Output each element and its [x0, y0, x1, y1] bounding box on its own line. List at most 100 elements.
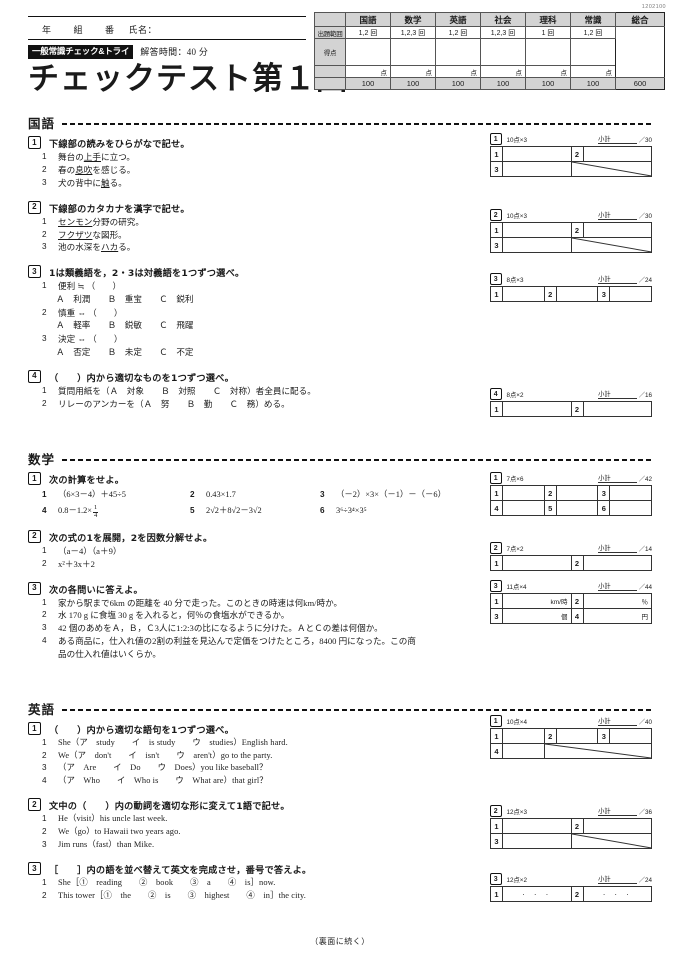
cell-answer[interactable] [582, 222, 652, 238]
cell-answer[interactable] [502, 743, 545, 759]
item-number: 2 [190, 490, 195, 499]
cell-answer[interactable] [609, 500, 652, 516]
cell-answer[interactable] [502, 286, 545, 302]
table-row: 3 [490, 833, 652, 849]
document-code: 1202100 [641, 4, 666, 10]
cell-struck [570, 237, 652, 253]
score-head-rika: 理科 [525, 12, 571, 27]
item-number: 2 [42, 307, 47, 317]
cell-key: 2 [570, 593, 584, 609]
answer-box-sugaku-3: 3 11点×4 小計 ／44 1 km/時 2 ％ 3 個 4 円 [490, 580, 652, 624]
answer-box-sugaku-1: 1 7点×6 小計 ／42 1 2 3 4 5 6 [490, 472, 652, 516]
question-prompt: 次の式の1を展開，2を因数分解せよ。 [49, 532, 213, 544]
cell-key: 2 [570, 555, 584, 571]
item-number: 1 [42, 738, 47, 747]
item-text: 2√2＋8√2－3√2 [206, 505, 262, 515]
cell-answer[interactable] [582, 818, 652, 834]
cell-key: 2 [570, 401, 584, 417]
cell-answer[interactable] [502, 485, 545, 501]
cell-answer-unit[interactable]: 円 [582, 608, 652, 624]
question-prompt: （ ）内から適切なものを1つずつ選べ。 [49, 372, 234, 384]
score-entry-eigo[interactable] [435, 38, 481, 66]
cell-answer[interactable] [502, 237, 572, 253]
cell-answer[interactable] [502, 555, 572, 571]
table-row: 4 [490, 743, 653, 759]
item-number: 1 [42, 597, 47, 607]
cell-answer[interactable] [502, 500, 545, 516]
cell-answer[interactable] [502, 222, 572, 238]
subtotal-max: ／44 [638, 584, 652, 591]
answer-box-sugaku-2: 2 7点×2 小計 ／14 1 2 [490, 542, 652, 571]
table-row: 1 ··· 2 ··· [490, 886, 652, 902]
item-number: 1 [42, 490, 47, 499]
field-name-label: 氏名： [128, 25, 158, 35]
cell-answer[interactable] [582, 555, 652, 571]
cell-answer-unit[interactable]: ％ [582, 593, 652, 609]
item-text: 42 個のあめをＡ，Ｂ，Ｃ3人に1:2:3の比になるように分けた。ＡとＣの差は何… [58, 623, 383, 634]
unit-kokugo: 点 [345, 65, 391, 78]
field-number: 番 [105, 25, 115, 35]
subtotal-label: 小計 [598, 581, 637, 591]
cell-answer-sequence[interactable]: ··· [582, 886, 652, 902]
table-row: 1 2 3 [490, 485, 652, 501]
cell-key: 4 [490, 500, 503, 516]
range-joshiki: 1,2 回 [570, 26, 616, 39]
answer-head: 1 10点×4 小計 ／40 [490, 715, 652, 727]
answer-grid: 1 2 3 [490, 222, 652, 253]
cell-answer[interactable] [502, 833, 572, 849]
score-entry-sugaku[interactable] [390, 38, 436, 66]
cell-answer[interactable] [502, 146, 572, 162]
question-number: 3 [28, 581, 41, 595]
answer-subtotal: 小計 ／24 [598, 274, 652, 284]
item-number: 5 [190, 505, 195, 515]
score-entry-row: 得点 [314, 38, 665, 66]
subtotal-label: 小計 [598, 874, 637, 884]
row-label-score: 得点 [314, 38, 346, 66]
score-entry-joshiki[interactable] [570, 38, 616, 66]
subtotal-max: ／30 [638, 213, 652, 220]
table-row: 1 2 [490, 222, 652, 238]
cell-answer[interactable] [502, 728, 545, 744]
cell-answer[interactable] [582, 146, 652, 162]
unit-rika: 点 [525, 65, 571, 78]
score-entry-shakai[interactable] [480, 38, 526, 66]
cell-answer[interactable] [555, 286, 599, 302]
score-entry-kokugo[interactable] [345, 38, 391, 66]
range-sugaku: 1,2,3 回 [390, 26, 436, 39]
cell-answer[interactable] [502, 161, 572, 177]
cell-struck [570, 161, 652, 177]
cell-answer[interactable] [555, 728, 599, 744]
cell-key: 3 [490, 237, 503, 253]
cell-answer-sequence[interactable]: ··· [502, 886, 572, 902]
subtotal-max: ／36 [638, 809, 652, 816]
question-prompt: （ ）内から適切な語句を1つずつ選べ。 [49, 725, 234, 736]
cell-answer-unit[interactable]: km/時 [502, 593, 572, 609]
cell-key: 4 [490, 743, 503, 759]
answer-subtotal: 小計 ／30 [598, 134, 652, 144]
item-text: （6×3－4）＋45÷5 [58, 490, 126, 499]
header-left: 年 組 番 氏名： 一般常識チェック&トライ 解答時間：40 分 チェックテスト… [28, 16, 347, 95]
cell-answer[interactable] [609, 485, 652, 501]
question-number: 4 [28, 369, 41, 383]
math-item: 1 （6×3－4）＋45÷5 [42, 487, 190, 503]
answer-head: 4 8点×2 小計 ／16 [490, 388, 652, 400]
cell-answer[interactable] [609, 728, 652, 744]
cell-struck [570, 833, 652, 849]
cell-answer[interactable] [609, 286, 652, 302]
answer-points: 7点×2 [506, 545, 524, 553]
total-score-entry-cell[interactable] [615, 26, 665, 78]
cell-answer[interactable] [502, 818, 572, 834]
cell-answer[interactable] [555, 500, 599, 516]
answer-points: 10点×3 [506, 136, 527, 144]
cell-answer[interactable] [582, 401, 652, 417]
item-text: 慎重 ⇔ （ ） [58, 307, 123, 318]
cell-answer-unit[interactable]: 個 [502, 608, 572, 624]
cell-answer[interactable] [502, 401, 572, 417]
cell-answer[interactable] [555, 485, 599, 501]
question-title: 4 （ ）内から適切なものを1つずつ選べ。 [28, 369, 652, 384]
item-number: 1 [42, 878, 47, 888]
score-entry-rika[interactable] [525, 38, 571, 66]
item-text: （ア Who イ Who is ウ What are）that girl？ [58, 775, 268, 785]
item-number: 4 [42, 775, 47, 785]
question-number: 1 [28, 722, 41, 735]
